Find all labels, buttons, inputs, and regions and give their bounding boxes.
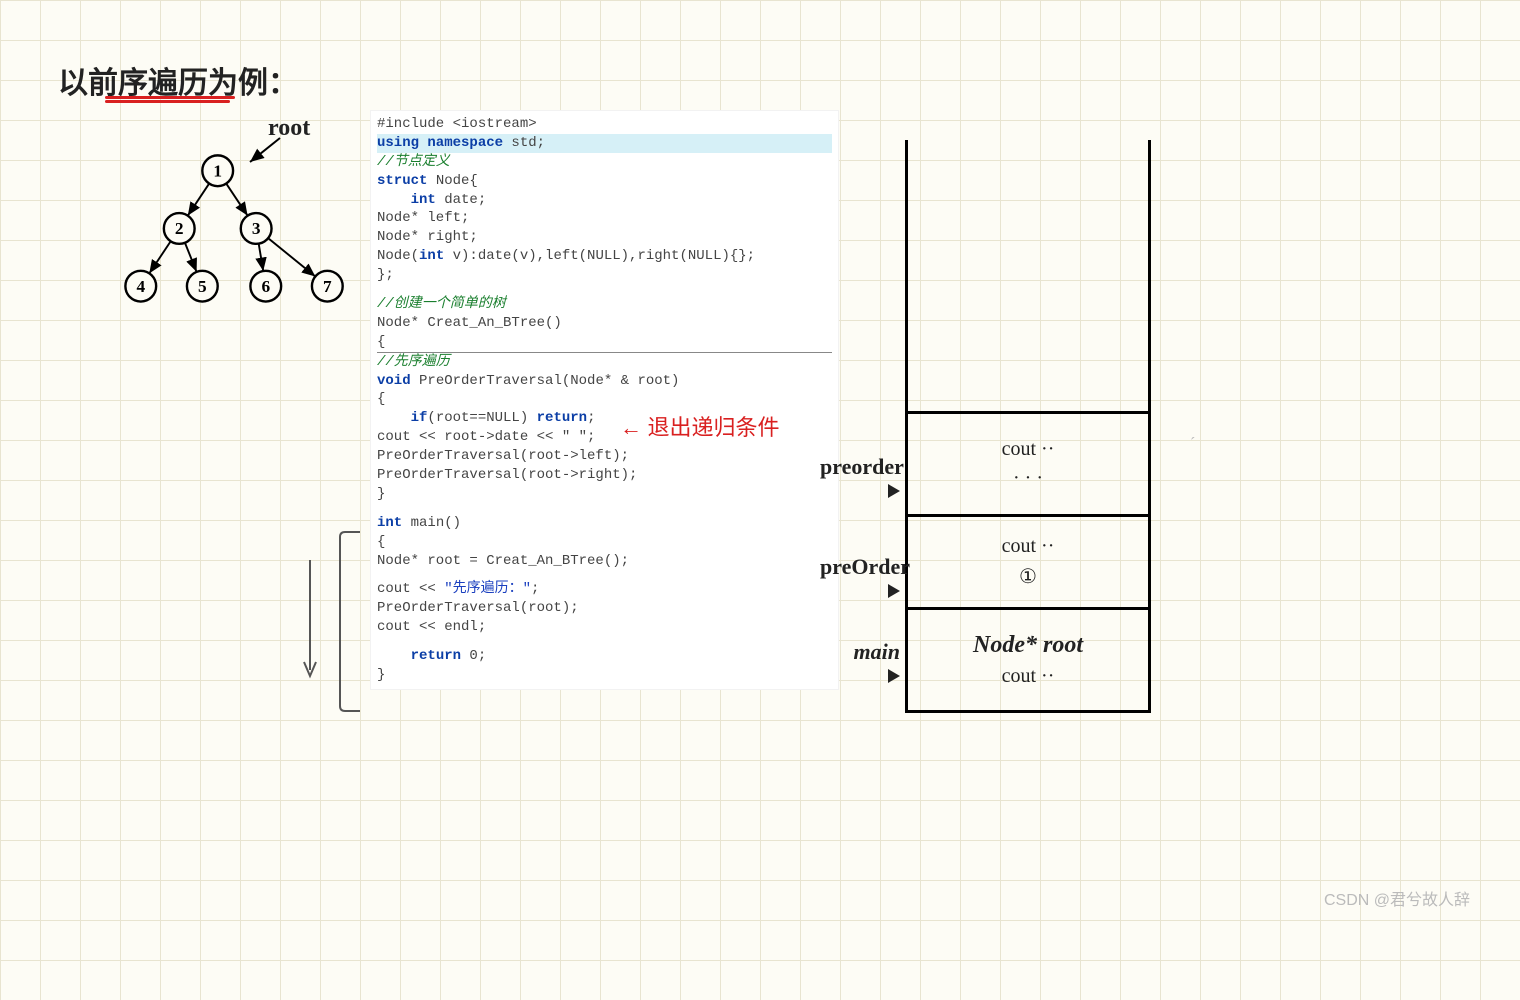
watermark: CSDN @君兮故人辞 [1324,886,1470,910]
binary-tree-diagram: 1 2 3 4 5 6 7 [110,140,360,340]
code-line: { [377,534,385,550]
code-line: #include <iostream> [377,116,537,132]
code-line: PreOrderTraversal(root); [377,600,579,616]
title-underline [105,96,235,104]
code-line: Node* left; [377,210,469,226]
code-line: Node* Creat_An_BTree() [377,315,562,331]
svg-text:4: 4 [136,277,145,296]
svg-text:7: 7 [323,277,332,296]
code-line: PreOrderTraversal(root->left); [377,448,629,464]
stack-frame-label: main [820,640,900,688]
code-keyword: if [411,410,428,426]
root-arrow-icon [240,130,300,180]
code-text: ; [587,410,595,426]
code-line: Node* right; [377,229,478,245]
main-flow-arrow-icon [290,530,370,720]
exit-condition-annotation: ← 退出递归条件 [620,410,780,442]
stack-frame-label: preorder [820,455,900,503]
stack-frame-line: cout ·· [1002,535,1055,558]
code-line: { [377,334,385,350]
stack-frame-line: · · · [1013,467,1043,490]
svg-text:2: 2 [175,219,184,238]
code-text: 0; [469,648,486,664]
call-stack-diagram: cout ·· · · · cout ·· ① Node* root cout ·· [905,140,1151,713]
code-keyword: return [411,648,470,664]
code-keyword: struct [377,173,436,189]
code-keyword: void [377,373,419,389]
stack-frame-line: cout ·· [1002,665,1055,688]
code-text: cout << [377,581,444,597]
code-keyword: using namespace [377,135,511,151]
stack-frame-line: ① [1019,564,1037,589]
svg-text:3: 3 [252,219,261,238]
code-comment: //创建一个简单的树 [377,296,506,312]
svg-text:1: 1 [213,162,222,181]
code-line: }; [377,267,394,283]
code-line: } [377,486,385,502]
stack-frame: cout ·· · · · [908,411,1148,514]
code-text: Node( [377,248,419,264]
code-string: "先序遍历：" [444,581,531,597]
code-line: PreOrderTraversal(root->right); [377,467,637,483]
code-text: std; [511,135,545,151]
code-block: #include <iostream> using namespace std;… [370,110,839,690]
svg-text:5: 5 [198,277,207,296]
code-line: } [377,667,385,683]
code-comment: //先序遍历 [377,354,450,370]
code-line: { [377,391,385,407]
code-line: Node* root = Creat_An_BTree(); [377,553,629,569]
code-keyword: int [411,192,445,208]
code-text: ; [531,581,539,597]
code-text: Node{ [436,173,478,189]
code-text: PreOrderTraversal(Node* & root) [419,373,679,389]
code-line: cout << endl; [377,619,486,635]
code-text: date; [444,192,486,208]
code-text: (root==NULL) [427,410,536,426]
code-keyword: int [419,248,453,264]
stack-frame-label: preOrder [820,555,900,603]
svg-text:6: 6 [261,277,270,296]
code-line: cout << root->date << " "; [377,429,595,445]
stray-mark: ´ [1190,435,1195,453]
code-keyword: int [377,515,411,531]
code-keyword: return [537,410,587,426]
code-text: v):date(v),left(NULL),right(NULL){}; [453,248,755,264]
stack-frame-line: cout ·· [1002,438,1055,461]
stack-frame: Node* root cout ·· [908,607,1148,710]
stack-frame-line: Node* root [973,632,1083,659]
code-text: main() [411,515,461,531]
stack-frame: cout ·· ① [908,514,1148,607]
code-comment: //节点定义 [377,154,450,170]
